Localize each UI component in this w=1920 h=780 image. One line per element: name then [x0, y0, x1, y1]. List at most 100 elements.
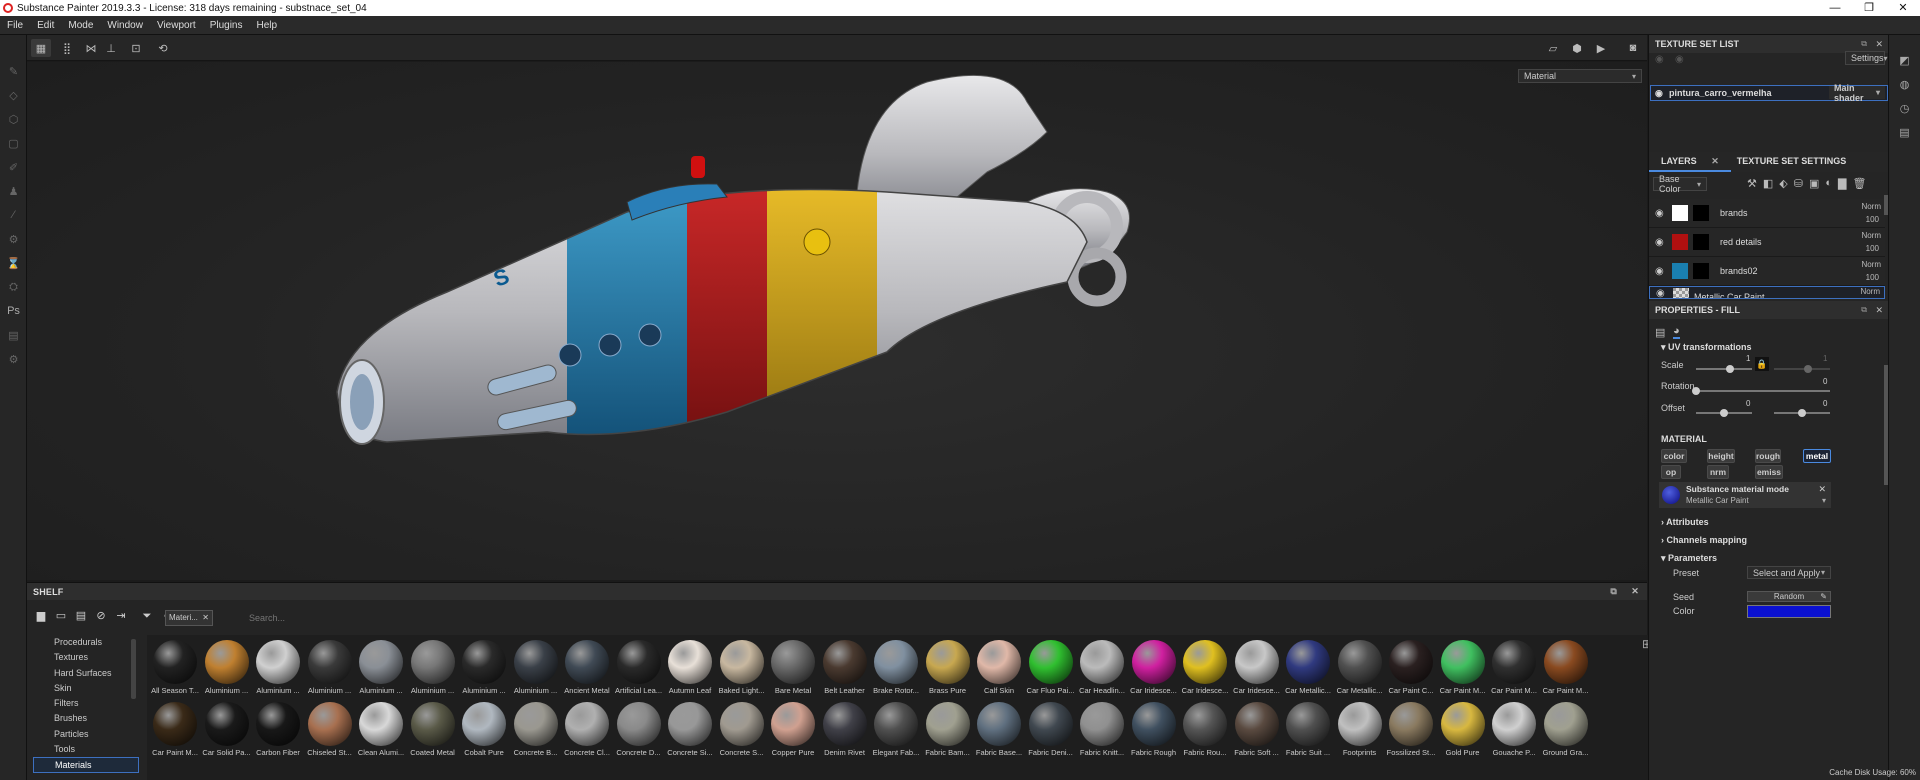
material-item[interactable]: All Season T...: [150, 637, 200, 699]
scale-knob[interactable]: [1726, 365, 1734, 373]
chip-emiss[interactable]: emiss: [1755, 465, 1783, 479]
material-item[interactable]: Denim Rivet: [820, 699, 870, 761]
material-item[interactable]: Car Paint M...: [1541, 637, 1591, 699]
layer-opacity[interactable]: 100: [1866, 244, 1879, 253]
shader-settings-icon[interactable]: ◍: [1889, 73, 1920, 97]
history-icon[interactable]: ⟲: [153, 39, 173, 57]
material-item[interactable]: Car Headlin...: [1077, 637, 1127, 699]
add-mask-icon[interactable]: ◧: [1763, 177, 1773, 190]
symmetry-x-icon[interactable]: ⋈: [81, 39, 101, 57]
chip-op[interactable]: op: [1661, 465, 1681, 479]
material-item[interactable]: Calf Skin: [974, 637, 1024, 699]
add-fill-icon[interactable]: ⬖: [1779, 177, 1787, 190]
material-item[interactable]: Aluminium ...: [305, 637, 355, 699]
material-item[interactable]: Ground Gra...: [1541, 699, 1591, 761]
material-item[interactable]: Fabric Bam...: [923, 699, 973, 761]
layer-blend-mode[interactable]: Norm: [1861, 260, 1881, 269]
eye-icon[interactable]: ◉: [1655, 88, 1663, 99]
filter-tag[interactable]: Materi... ✕: [165, 610, 213, 626]
material-icon[interactable]: ◕: [1673, 325, 1680, 339]
material-item[interactable]: Aluminium ...: [253, 637, 303, 699]
material-item[interactable]: Gold Pure: [1438, 699, 1488, 761]
material-item[interactable]: Aluminium ...: [202, 637, 252, 699]
layer-opacity[interactable]: 100: [1866, 215, 1879, 224]
popout-icon[interactable]: ⧉: [1861, 39, 1867, 49]
export-icon[interactable]: ▤: [0, 323, 27, 347]
material-item[interactable]: Cobalt Pure: [459, 699, 509, 761]
category-materials[interactable]: Materials: [33, 757, 139, 773]
menu-file[interactable]: File: [0, 20, 30, 31]
material-item[interactable]: Concrete Cl...: [562, 699, 612, 761]
layer-name[interactable]: brands: [1720, 208, 1748, 218]
material-item[interactable]: Fossilized St...: [1386, 699, 1436, 761]
mask-icon[interactable]: ◐: [1825, 177, 1832, 190]
material-item[interactable]: Carbon Fiber: [253, 699, 303, 761]
fill-properties-icon[interactable]: ▤: [1655, 326, 1665, 339]
chevron-down-icon[interactable]: ▾: [1822, 496, 1826, 505]
shelf-search-input[interactable]: [247, 610, 1627, 626]
close-icon[interactable]: ✕: [1875, 39, 1883, 50]
clone-stamp-icon[interactable]: ♟: [0, 179, 27, 203]
offset-knob-1[interactable]: [1720, 409, 1728, 417]
menu-plugins[interactable]: Plugins: [203, 20, 250, 31]
material-item[interactable]: Fabric Rough: [1129, 699, 1179, 761]
random-seed-button[interactable]: Random ✎: [1747, 591, 1831, 602]
delete-icon[interactable]: 🗑: [1853, 177, 1867, 190]
material-preview-thumb[interactable]: [1662, 486, 1680, 504]
eraser-icon[interactable]: ◇: [0, 83, 27, 107]
save-icon[interactable]: ▤: [73, 608, 89, 624]
category-particles[interactable]: Particles: [33, 727, 139, 742]
eye-icon[interactable]: ◉: [1655, 208, 1664, 219]
material-item[interactable]: Car Paint M...: [150, 699, 200, 761]
preset-select[interactable]: Select and Apply ▾: [1747, 566, 1831, 579]
grid-options-icon[interactable]: ⣿: [57, 39, 77, 57]
paint-brush-icon[interactable]: ✎: [0, 59, 27, 83]
scale-slider[interactable]: [1696, 365, 1752, 373]
material-item[interactable]: Concrete D...: [614, 699, 664, 761]
settings-tool-icon[interactable]: ⚙: [0, 227, 27, 251]
material-item[interactable]: Chiseled St...: [305, 699, 355, 761]
channels-mapping-header[interactable]: › Channels mapping: [1661, 535, 1747, 545]
maximize-button[interactable]: ❐: [1852, 0, 1886, 16]
scale-knob-2[interactable]: [1804, 365, 1812, 373]
projection-icon[interactable]: ⬡: [0, 107, 27, 131]
material-item[interactable]: Concrete B...: [511, 699, 561, 761]
filter-remove-icon[interactable]: ✕: [202, 613, 209, 622]
layer-opacity[interactable]: 100: [1866, 273, 1879, 282]
layer-blend-mode[interactable]: Norm: [1860, 287, 1880, 296]
material-item[interactable]: Car Iridesce...: [1232, 637, 1282, 699]
rotation-slider[interactable]: [1692, 387, 1830, 395]
chip-metal[interactable]: metal: [1803, 449, 1831, 463]
add-paint-icon[interactable]: ⛁: [1794, 177, 1803, 190]
material-item[interactable]: Brake Rotor...: [871, 637, 921, 699]
cube-view-icon[interactable]: ⬢: [1567, 39, 1587, 57]
category-hard-surfaces[interactable]: Hard Surfaces: [33, 666, 139, 681]
tsl-settings-select[interactable]: Settings ▾: [1845, 51, 1888, 65]
symmetry-y-icon[interactable]: ⊥: [101, 39, 121, 57]
add-effect-icon[interactable]: ⚒: [1747, 177, 1757, 190]
material-item[interactable]: Autumn Leaf: [665, 637, 715, 699]
material-item[interactable]: Aluminium ...: [408, 637, 458, 699]
layer-row[interactable]: ◉ brands02 Norm 100: [1649, 257, 1885, 286]
filter-icon[interactable]: ⏷: [139, 608, 155, 624]
material-item[interactable]: Fabric Rou...: [1180, 699, 1230, 761]
material-item[interactable]: Copper Pure: [768, 699, 818, 761]
layer-blend-mode[interactable]: Norm: [1861, 202, 1881, 211]
material-item[interactable]: Car Solid Pa...: [202, 699, 252, 761]
substance-mode-value[interactable]: Metallic Car Paint: [1686, 496, 1749, 505]
channel-select[interactable]: Base Color ▾: [1653, 174, 1707, 194]
screenshot-icon[interactable]: ◙: [1623, 39, 1643, 57]
menu-edit[interactable]: Edit: [30, 20, 61, 31]
eye-icon[interactable]: ◉: [1655, 237, 1664, 248]
material-item[interactable]: Car Metallic...: [1335, 637, 1385, 699]
tab-texture-set-settings[interactable]: TEXTURE SET SETTINGS: [1731, 152, 1853, 172]
eye-icon[interactable]: ◉: [1656, 288, 1665, 298]
new-file-icon[interactable]: ▭: [53, 608, 69, 624]
close-icon[interactable]: ✕: [1875, 305, 1883, 316]
material-item[interactable]: Aluminium ...: [459, 637, 509, 699]
menu-help[interactable]: Help: [250, 20, 285, 31]
import-icon[interactable]: ⇥: [113, 608, 129, 624]
offset-slider-2[interactable]: [1774, 409, 1830, 417]
visibility-off-icon[interactable]: ◉: [1655, 54, 1664, 65]
hide-icon[interactable]: ⊘: [93, 608, 109, 624]
